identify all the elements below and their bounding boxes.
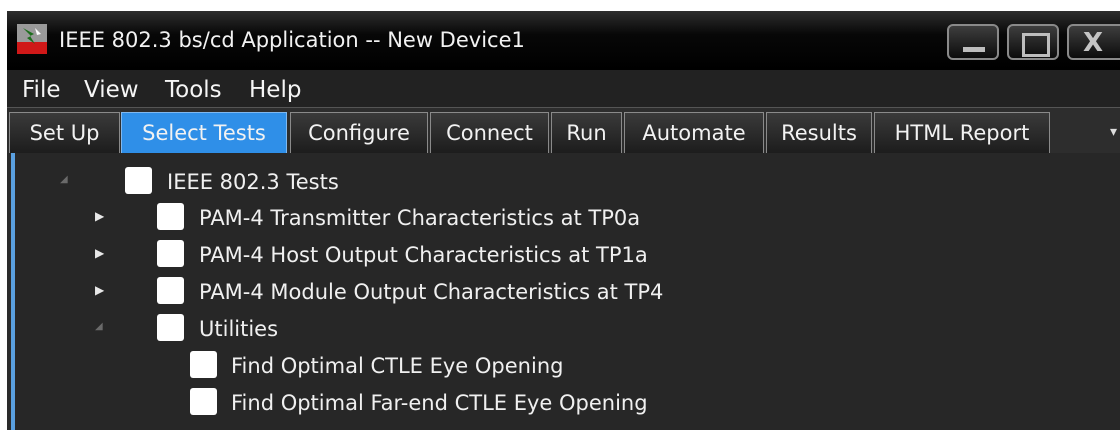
- test-tree: ◢ IEEE 802.3 Tests ▶ PAM-4 Transmitter C…: [15, 153, 1120, 430]
- expand-arrow-icon[interactable]: ▶: [95, 283, 104, 297]
- collapse-arrow-icon[interactable]: ◢: [60, 174, 68, 185]
- tree-label-utilities: Utilities: [199, 317, 279, 341]
- menu-tools[interactable]: Tools: [165, 77, 222, 103]
- application-window: IEEE 802.3 bs/cd Application -- New Devi…: [7, 11, 1120, 430]
- menu-view[interactable]: View: [84, 77, 139, 103]
- window-title: IEEE 802.3 bs/cd Application -- New Devi…: [59, 28, 525, 52]
- tab-bar: Set Up Select Tests Configure Connect Ru…: [7, 107, 1120, 154]
- expand-arrow-icon[interactable]: ▶: [95, 209, 104, 223]
- checkbox-utility-1[interactable]: [190, 351, 217, 378]
- tree-label-root: IEEE 802.3 Tests: [167, 170, 339, 194]
- app-logo-icon: [17, 24, 47, 54]
- tree-row-group-3[interactable]: ▶ PAM-4 Module Output Characteristics at…: [15, 275, 1015, 311]
- test-tree-panel: ◢ IEEE 802.3 Tests ▶ PAM-4 Transmitter C…: [7, 153, 1120, 430]
- tree-row-group-2[interactable]: ▶ PAM-4 Host Output Characteristics at T…: [15, 238, 1015, 274]
- tree-label-group-3: PAM-4 Module Output Characteristics at T…: [199, 280, 664, 304]
- expand-arrow-icon[interactable]: ▶: [95, 246, 104, 260]
- checkbox-group-2[interactable]: [157, 240, 184, 267]
- menu-file[interactable]: File: [22, 77, 61, 103]
- close-button[interactable]: X: [1067, 24, 1120, 60]
- close-icon: X: [1083, 28, 1104, 58]
- tab-results[interactable]: Results: [766, 112, 872, 154]
- tab-html-report[interactable]: HTML Report: [874, 112, 1050, 154]
- checkbox-utility-2[interactable]: [190, 388, 217, 415]
- tree-row-root[interactable]: ◢ IEEE 802.3 Tests: [15, 165, 1015, 201]
- checkbox-group-1[interactable]: [157, 203, 184, 230]
- tab-select-tests[interactable]: Select Tests: [121, 112, 287, 154]
- tree-label-group-1: PAM-4 Transmitter Characteristics at TP0…: [199, 206, 641, 230]
- collapse-arrow-icon[interactable]: ◢: [95, 321, 103, 332]
- minimize-button[interactable]: [947, 24, 999, 60]
- tab-set-up[interactable]: Set Up: [9, 112, 120, 154]
- title-bar[interactable]: IEEE 802.3 bs/cd Application -- New Devi…: [7, 11, 1120, 70]
- tree-row-utility-1[interactable]: Find Optimal CTLE Eye Opening: [15, 349, 1015, 385]
- tree-label-group-2: PAM-4 Host Output Characteristics at TP1…: [199, 243, 648, 267]
- maximize-button[interactable]: [1007, 24, 1059, 60]
- tab-connect[interactable]: Connect: [430, 112, 549, 154]
- tree-label-utility-2: Find Optimal Far-end CTLE Eye Opening: [231, 391, 648, 415]
- tab-automate[interactable]: Automate: [624, 112, 764, 154]
- tree-row-utility-2[interactable]: Find Optimal Far-end CTLE Eye Opening: [15, 386, 1015, 422]
- checkbox-group-3[interactable]: [157, 277, 184, 304]
- tree-row-utilities[interactable]: ◢ Utilities: [15, 312, 1015, 348]
- tab-scroll-down-icon[interactable]: ▾: [1110, 124, 1117, 140]
- tab-run[interactable]: Run: [551, 112, 622, 154]
- menu-help[interactable]: Help: [249, 77, 301, 103]
- checkbox-root[interactable]: [125, 167, 152, 194]
- checkbox-utilities[interactable]: [157, 314, 184, 341]
- tree-label-utility-1: Find Optimal CTLE Eye Opening: [231, 354, 564, 378]
- tab-configure[interactable]: Configure: [290, 112, 428, 154]
- menu-bar: File View Tools Help: [7, 70, 1120, 107]
- tree-row-group-1[interactable]: ▶ PAM-4 Transmitter Characteristics at T…: [15, 201, 1015, 237]
